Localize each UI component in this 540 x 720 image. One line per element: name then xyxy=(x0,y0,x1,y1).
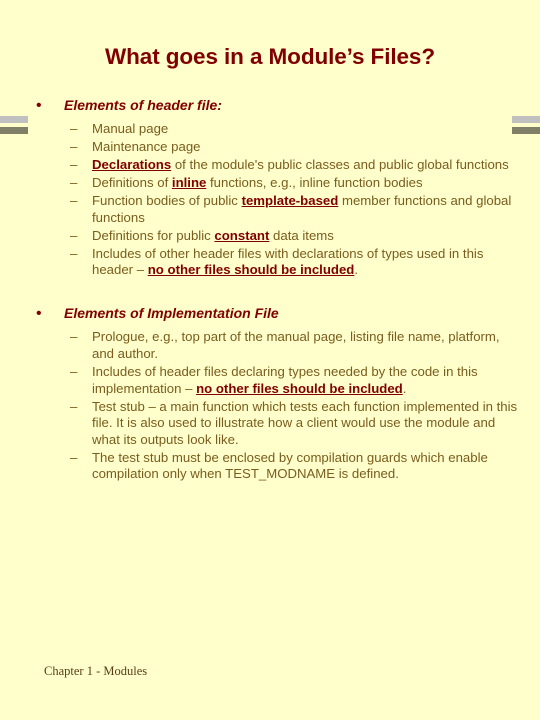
list-item-text: The test stub must be enclosed by compil… xyxy=(92,449,488,482)
list-item-text: Maintenance page xyxy=(92,138,201,154)
bullet-icon: • xyxy=(36,305,42,323)
dash-icon: – xyxy=(70,398,78,414)
section-heading: • Elements of header file: xyxy=(30,96,520,115)
list-item-text: . xyxy=(354,262,359,278)
list-item-text: Test stub – a main function which tests … xyxy=(92,398,518,447)
sub-bullet-list: – Prologue, e.g., top part of the manual … xyxy=(30,329,520,483)
list-item: – Test stub – a main function which tests… xyxy=(30,399,520,449)
dash-icon: – xyxy=(70,245,78,261)
dash-icon: – xyxy=(70,193,78,209)
list-item-text: functions, e.g., inline function bodies xyxy=(206,175,423,191)
bullet-icon: • xyxy=(36,97,42,114)
list-item: – The test stub must be enclosed by compi… xyxy=(30,450,520,483)
list-item: – Prologue, e.g., top part of the manual … xyxy=(30,329,520,362)
section-heading-label: Elements of header file: xyxy=(64,97,222,113)
dash-icon: – xyxy=(70,120,78,136)
sub-bullet-list: – Manual page – Maintenance page – Declaratio… xyxy=(30,121,520,279)
list-item-text: Definitions of xyxy=(92,175,172,191)
dash-icon: – xyxy=(70,363,78,379)
section-heading-label: Elements of Implementation File xyxy=(64,305,279,322)
emphasis-text: inline xyxy=(171,175,207,191)
slide: What goes in a Module’s Files? • Elements… xyxy=(0,0,540,720)
list-item: – Declarations of the module's public cla… xyxy=(30,157,520,174)
emphasis-text: no other files should be included xyxy=(196,380,403,396)
decoration-bar-light xyxy=(0,116,28,123)
list-item-text: data items xyxy=(269,227,334,243)
dash-icon: – xyxy=(70,157,78,173)
list-item-text: Function bodies of public xyxy=(92,193,242,209)
dash-icon: – xyxy=(70,329,78,345)
list-item-text: Prologue, e.g., top part of the manual p… xyxy=(92,329,500,361)
list-item-text: . xyxy=(402,380,407,396)
list-item-text: Definitions for public xyxy=(92,227,215,243)
slide-title: What goes in a Module’s Files? xyxy=(105,44,435,69)
emphasis-text: Declarations xyxy=(92,157,172,173)
decoration-left xyxy=(0,116,28,135)
list-item-text: Manual page xyxy=(92,120,169,136)
list-item: – Definitions for public constant data it… xyxy=(30,228,520,245)
list-item: – Maintenance page xyxy=(30,139,520,156)
list-item: – Manual page xyxy=(30,121,520,138)
list-item: – Includes of header files declaring type… xyxy=(30,364,520,397)
dash-icon: – xyxy=(70,227,78,243)
slide-body: • Elements of header file: – Manual page – Ma… xyxy=(30,96,520,484)
emphasis-text: template-based xyxy=(241,193,339,209)
dash-icon: – xyxy=(70,138,78,154)
list-item: – Includes of other header files with dec… xyxy=(30,246,520,279)
decoration-bar-dark xyxy=(0,127,28,134)
emphasis-text: no other files should be included xyxy=(147,262,355,278)
list-item-text: of the module's public classes and publi… xyxy=(171,157,509,173)
list-item: – Function bodies of public template-base… xyxy=(30,193,520,226)
dash-icon: – xyxy=(70,449,78,465)
slide-footer: Chapter 1 - Modules xyxy=(44,664,148,678)
list-item: – Definitions of inline functions, e.g., … xyxy=(30,175,520,192)
dash-icon: – xyxy=(70,175,78,191)
emphasis-text: constant xyxy=(214,227,270,243)
section-heading: • Elements of Implementation File xyxy=(30,304,520,323)
